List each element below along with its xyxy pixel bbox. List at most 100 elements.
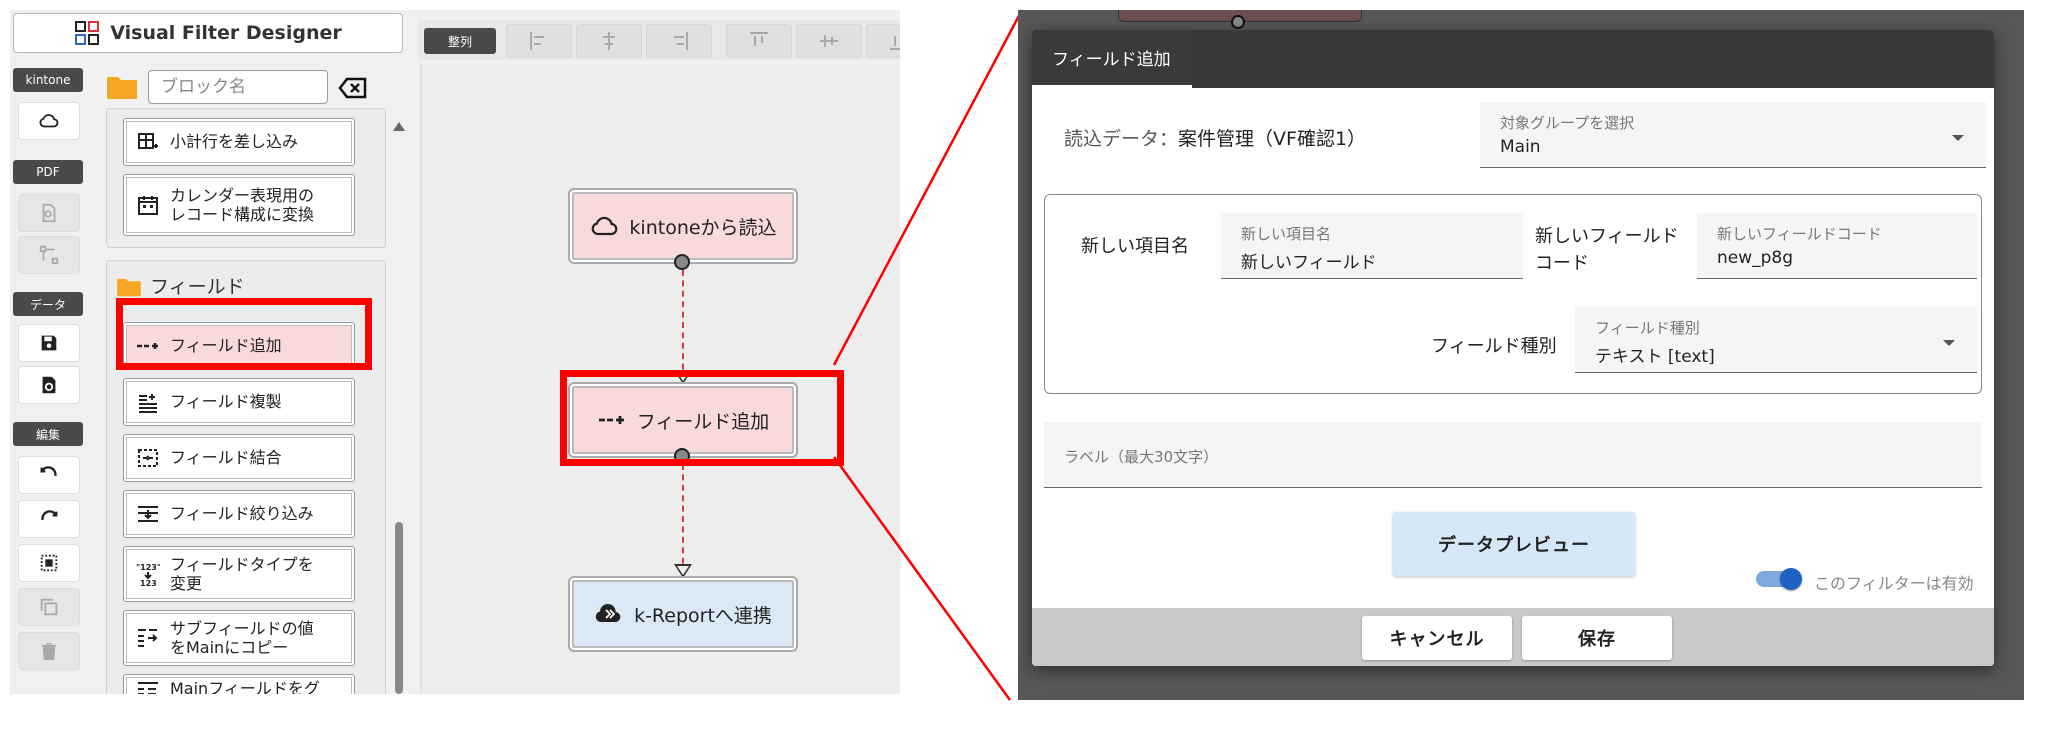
align-top-button[interactable] (726, 24, 792, 58)
save-button[interactable]: 保存 (1522, 616, 1672, 660)
new-item-name-field-label: 新しい項目名 (1241, 225, 1332, 243)
trash-icon (41, 642, 57, 660)
section-label-edit: 編集 (13, 422, 83, 446)
restore-data-button[interactable] (18, 366, 80, 404)
callout-lines (832, 9, 1024, 701)
align-right-icon (674, 32, 688, 50)
table-insert-icon (138, 133, 158, 149)
palette-scrollbar[interactable] (390, 112, 408, 694)
folder-icon (107, 77, 137, 99)
connection-line (682, 270, 684, 380)
palette-item-label: フィールド複製 (170, 392, 282, 412)
app-title-bar: Visual Filter Designer (13, 13, 403, 53)
field-merge-icon (138, 449, 158, 467)
new-field-code-label-line2: コード (1535, 253, 1589, 274)
new-item-name-label: 新しい項目名 (1081, 236, 1189, 257)
kintone-read-button[interactable] (18, 102, 80, 140)
app-logo-icon (75, 21, 100, 45)
floppy-disk-icon (41, 335, 57, 351)
calendar-icon (138, 196, 158, 215)
highlight-canvas-node (560, 370, 844, 466)
output-port[interactable] (674, 254, 690, 270)
new-field-code-label-line1: 新しいフィールド (1535, 226, 1679, 247)
new-field-code-value: new_p8g (1717, 248, 1794, 268)
block-search-input[interactable] (148, 70, 328, 104)
redo-button[interactable] (18, 500, 80, 538)
align-right-button[interactable] (646, 24, 712, 58)
copy-icon (40, 598, 58, 616)
subfield-copy-icon (138, 629, 158, 647)
palette-item-label: フィールド絞り込み (170, 504, 314, 524)
palette-item-field-duplicate[interactable]: フィールド複製 (123, 378, 355, 426)
palette-item-field-filter[interactable]: フィールド絞り込み (123, 490, 355, 538)
new-field-code-input[interactable]: 新しいフィールドコード new_p8g (1697, 213, 1977, 279)
scrollbar-thumb[interactable] (395, 522, 403, 694)
dialog-footer: キャンセル 保存 (1032, 608, 1994, 666)
fields-group-label: フィールド (150, 276, 245, 298)
field-type-select[interactable]: フィールド種別 テキスト [text] (1575, 307, 1977, 373)
folder-icon (117, 278, 141, 296)
label-input[interactable]: ラベル（最大30文字） (1044, 422, 1982, 488)
align-left-button[interactable] (506, 24, 572, 58)
section-label-data: データ (13, 292, 83, 316)
data-preview-button[interactable]: データプレビュー (1393, 512, 1635, 576)
new-item-name-input[interactable]: 新しい項目名 新しいフィールド (1221, 213, 1523, 279)
svg-text:"123": "123" (136, 563, 160, 572)
read-data-text: 読込データ：案件管理（VF確認1） (1064, 124, 1366, 151)
highlight-palette-item (116, 298, 372, 370)
palette-item-calendar[interactable]: カレンダー表現用の レコード構成に変換 (123, 174, 355, 236)
document-search-icon (42, 203, 56, 223)
app-window: Visual Filter Designer kintone PDF データ 編… (10, 10, 900, 694)
field-add-dialog: フィールド追加 読込データ：案件管理（VF確認1） 対象グループを選択 Main… (1032, 30, 1994, 666)
select-all-icon (40, 554, 58, 572)
undo-icon (40, 466, 57, 477)
palette-item-main-to-group[interactable]: Mainフィールドをグ ループに変換 (123, 674, 355, 694)
new-item-name-value: 新しいフィールド (1241, 253, 1377, 273)
clear-search-icon[interactable] (338, 76, 368, 100)
dialog-header: フィールド追加 (1032, 30, 1994, 88)
node-label: k-Reportへ連携 (634, 604, 772, 627)
palette-item-label: Mainフィールドをグ ループに変換 (170, 679, 320, 694)
connection-line (682, 464, 684, 574)
target-group-label: 対象グループを選択 (1500, 114, 1635, 132)
save-data-button[interactable] (18, 324, 80, 362)
align-center-h-button[interactable] (576, 24, 642, 58)
palette-item-label: フィールド結合 (170, 448, 282, 468)
field-type-value: テキスト [text] (1595, 347, 1715, 367)
node-k-report[interactable]: k-Reportへ連携 (568, 576, 798, 652)
palette-item-field-type[interactable]: "123" 123 フィールドタイプを 変更 (123, 546, 355, 602)
select-all-button[interactable] (18, 544, 80, 582)
read-data-prefix: 読込データ： (1064, 128, 1179, 150)
palette-item-subtotal[interactable]: 小計行を差し込み (123, 118, 355, 166)
fields-group-header[interactable]: フィールド (116, 272, 245, 299)
node-label: kintoneから読込 (629, 216, 777, 239)
dialog-tab[interactable]: フィールド追加 (1032, 30, 1192, 88)
align-left-icon (530, 32, 544, 50)
delete-button[interactable] (18, 632, 80, 670)
pdf-layout-button[interactable] (18, 236, 80, 274)
k-report-logo-icon (595, 603, 621, 623)
new-field-code-field-label: 新しいフィールドコード (1717, 225, 1882, 243)
new-field-code-label: 新しいフィールド コード (1535, 223, 1679, 277)
target-group-select[interactable]: 対象グループを選択 Main (1480, 102, 1986, 168)
filter-enabled-toggle[interactable] (1756, 568, 1802, 590)
align-toolbar: 整列 (418, 20, 900, 60)
align-center-horizontal-icon (603, 32, 615, 50)
node-kintone-read[interactable]: kintoneから読込 (568, 188, 798, 264)
palette-item-field-merge[interactable]: フィールド結合 (123, 434, 355, 482)
type-convert-icon: "123" 123 (136, 563, 160, 586)
target-group-value: Main (1500, 137, 1541, 157)
field-type-field-label: フィールド種別 (1595, 319, 1700, 337)
align-top-icon (750, 32, 768, 46)
scroll-up-arrow-icon[interactable] (393, 122, 405, 131)
new-field-box: 新しい項目名 新しい項目名 新しいフィールド 新しいフィールド コード 新しいフ… (1044, 194, 1982, 394)
pdf-preview-button[interactable] (18, 194, 80, 232)
vector-path-icon (39, 245, 59, 265)
palette-item-subfield-copy[interactable]: サブフィールドの値 をMainにコピー (123, 610, 355, 666)
copy-button[interactable] (18, 588, 80, 626)
palette-item-label: 小計行を差し込み (170, 132, 299, 152)
field-duplicate-icon (139, 394, 157, 413)
app-title: Visual Filter Designer (110, 22, 342, 44)
undo-button[interactable] (18, 456, 80, 494)
cancel-button[interactable]: キャンセル (1362, 616, 1512, 660)
